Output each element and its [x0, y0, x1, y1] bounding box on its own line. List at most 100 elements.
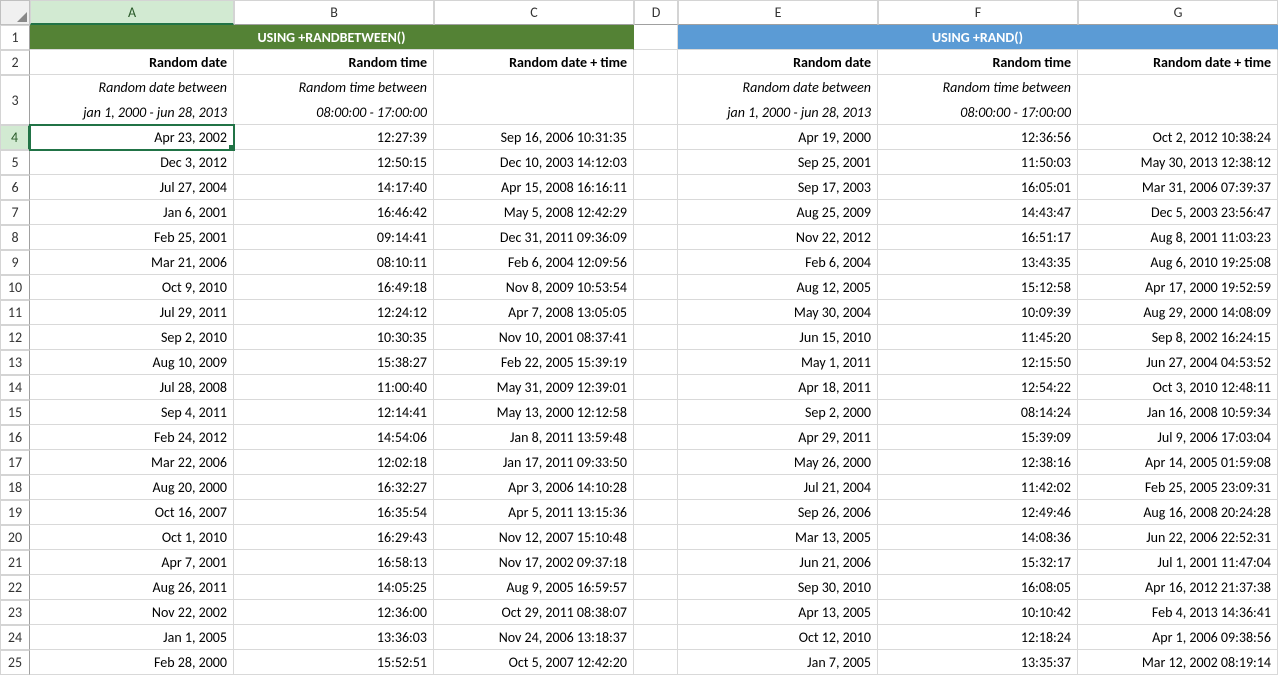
- cell-E3a[interactable]: Random date between: [678, 75, 878, 100]
- cell-G12[interactable]: Sep 8, 2002 16:24:15: [1078, 325, 1278, 350]
- cell-B7[interactable]: 16:46:42: [234, 200, 434, 225]
- cell-G8[interactable]: Aug 8, 2001 11:03:23: [1078, 225, 1278, 250]
- cell-A13[interactable]: Aug 10, 2009: [30, 350, 234, 375]
- cell-C19[interactable]: Apr 5, 2011 13:15:36: [434, 500, 634, 525]
- cell-A5[interactable]: Dec 3, 2012: [30, 150, 234, 175]
- cell-F7[interactable]: 14:43:47: [878, 200, 1078, 225]
- cell-B25[interactable]: 15:52:51: [234, 650, 434, 675]
- cell-B15[interactable]: 12:14:41: [234, 400, 434, 425]
- cell-F24[interactable]: 12:18:24: [878, 625, 1078, 650]
- cell-G5[interactable]: May 30, 2013 12:38:12: [1078, 150, 1278, 175]
- cell-A9[interactable]: Mar 21, 2006: [30, 250, 234, 275]
- cell-E15[interactable]: Sep 2, 2000: [678, 400, 878, 425]
- cell-G4[interactable]: Oct 2, 2012 10:38:24: [1078, 125, 1278, 150]
- cell-G9[interactable]: Aug 6, 2010 19:25:08: [1078, 250, 1278, 275]
- cell-A7[interactable]: Jan 6, 2001: [30, 200, 234, 225]
- cell-C3b[interactable]: [434, 100, 634, 125]
- cell-E22[interactable]: Sep 30, 2010: [678, 575, 878, 600]
- row-header-1[interactable]: 1: [0, 25, 30, 50]
- row-header-8[interactable]: 8: [0, 225, 30, 250]
- cell-A17[interactable]: Mar 22, 2006: [30, 450, 234, 475]
- cell-A2[interactable]: Random date: [30, 50, 234, 75]
- cell-E14[interactable]: Apr 18, 2011: [678, 375, 878, 400]
- cell-E11[interactable]: May 30, 2004: [678, 300, 878, 325]
- cell-G25[interactable]: Mar 12, 2002 08:19:14: [1078, 650, 1278, 675]
- cell-C10[interactable]: Nov 8, 2009 10:53:54: [434, 275, 634, 300]
- cell-C13[interactable]: Feb 22, 2005 15:39:19: [434, 350, 634, 375]
- cell-G20[interactable]: Jun 22, 2006 22:52:31: [1078, 525, 1278, 550]
- cell-F14[interactable]: 12:54:22: [878, 375, 1078, 400]
- cell-E3b[interactable]: jan 1, 2000 - jun 28, 2013: [678, 100, 878, 125]
- cell-D7[interactable]: [634, 200, 678, 225]
- cell-E2[interactable]: Random date: [678, 50, 878, 75]
- cell-B14[interactable]: 11:00:40: [234, 375, 434, 400]
- cell-A4[interactable]: Apr 23, 2002: [30, 125, 234, 150]
- cell-F13[interactable]: 12:15:50: [878, 350, 1078, 375]
- cell-A24[interactable]: Jan 1, 2005: [30, 625, 234, 650]
- cell-C14[interactable]: May 31, 2009 12:39:01: [434, 375, 634, 400]
- cell-G6[interactable]: Mar 31, 2006 07:39:37: [1078, 175, 1278, 200]
- spreadsheet-grid[interactable]: A B C D E F G 1 USING +RANDBETWEEN() USI…: [0, 0, 1284, 675]
- cell-D4[interactable]: [634, 125, 678, 150]
- row-header-12[interactable]: 12: [0, 325, 30, 350]
- cell-C6[interactable]: Apr 15, 2008 16:16:11: [434, 175, 634, 200]
- cell-D18[interactable]: [634, 475, 678, 500]
- cell-B10[interactable]: 16:49:18: [234, 275, 434, 300]
- cell-G3b[interactable]: [1078, 100, 1278, 125]
- cell-C9[interactable]: Feb 6, 2004 12:09:56: [434, 250, 634, 275]
- cell-A19[interactable]: Oct 16, 2007: [30, 500, 234, 525]
- row-header-11[interactable]: 11: [0, 300, 30, 325]
- cell-B3b[interactable]: 08:00:00 - 17:00:00: [234, 100, 434, 125]
- cell-F3a[interactable]: Random time between: [878, 75, 1078, 100]
- cell-F20[interactable]: 14:08:36: [878, 525, 1078, 550]
- cell-B20[interactable]: 16:29:43: [234, 525, 434, 550]
- cell-C22[interactable]: Aug 9, 2005 16:59:57: [434, 575, 634, 600]
- row-header-7[interactable]: 7: [0, 200, 30, 225]
- row-header-5[interactable]: 5: [0, 150, 30, 175]
- cell-A3b[interactable]: jan 1, 2000 - jun 28, 2013: [30, 100, 234, 125]
- cell-G13[interactable]: Jun 27, 2004 04:53:52: [1078, 350, 1278, 375]
- cell-C8[interactable]: Dec 31, 2011 09:36:09: [434, 225, 634, 250]
- cell-C4[interactable]: Sep 16, 2006 10:31:35: [434, 125, 634, 150]
- row-header-9[interactable]: 9: [0, 250, 30, 275]
- cell-F17[interactable]: 12:38:16: [878, 450, 1078, 475]
- cell-B2[interactable]: Random time: [234, 50, 434, 75]
- cell-B9[interactable]: 08:10:11: [234, 250, 434, 275]
- cell-E16[interactable]: Apr 29, 2011: [678, 425, 878, 450]
- col-header-E[interactable]: E: [678, 0, 878, 25]
- cell-G24[interactable]: Apr 1, 2006 09:38:56: [1078, 625, 1278, 650]
- cell-G18[interactable]: Feb 25, 2005 23:09:31: [1078, 475, 1278, 500]
- cell-D8[interactable]: [634, 225, 678, 250]
- cell-E13[interactable]: May 1, 2011: [678, 350, 878, 375]
- cell-F8[interactable]: 16:51:17: [878, 225, 1078, 250]
- cell-D25[interactable]: [634, 650, 678, 675]
- cell-G21[interactable]: Jul 1, 2001 11:47:04: [1078, 550, 1278, 575]
- row-header-21[interactable]: 21: [0, 550, 30, 575]
- cell-A12[interactable]: Sep 2, 2010: [30, 325, 234, 350]
- cell-B24[interactable]: 13:36:03: [234, 625, 434, 650]
- cell-D3b[interactable]: [634, 100, 678, 125]
- cell-E12[interactable]: Jun 15, 2010: [678, 325, 878, 350]
- row-header-2[interactable]: 2: [0, 50, 30, 75]
- cell-B6[interactable]: 14:17:40: [234, 175, 434, 200]
- cell-D20[interactable]: [634, 525, 678, 550]
- cell-B17[interactable]: 12:02:18: [234, 450, 434, 475]
- cell-D14[interactable]: [634, 375, 678, 400]
- select-all-corner[interactable]: [0, 0, 30, 25]
- cell-D9[interactable]: [634, 250, 678, 275]
- cell-F2[interactable]: Random time: [878, 50, 1078, 75]
- cell-F10[interactable]: 15:12:58: [878, 275, 1078, 300]
- cell-C25[interactable]: Oct 5, 2007 12:42:20: [434, 650, 634, 675]
- cell-D11[interactable]: [634, 300, 678, 325]
- cell-F15[interactable]: 08:14:24: [878, 400, 1078, 425]
- cell-C7[interactable]: May 5, 2008 12:42:29: [434, 200, 634, 225]
- row-header-23[interactable]: 23: [0, 600, 30, 625]
- row-header-3[interactable]: 3: [0, 75, 30, 125]
- cell-C5[interactable]: Dec 10, 2003 14:12:03: [434, 150, 634, 175]
- cell-F11[interactable]: 10:09:39: [878, 300, 1078, 325]
- cell-G16[interactable]: Jul 9, 2006 17:03:04: [1078, 425, 1278, 450]
- cell-B19[interactable]: 16:35:54: [234, 500, 434, 525]
- cell-F16[interactable]: 15:39:09: [878, 425, 1078, 450]
- cell-C11[interactable]: Apr 7, 2008 13:05:05: [434, 300, 634, 325]
- cell-E17[interactable]: May 26, 2000: [678, 450, 878, 475]
